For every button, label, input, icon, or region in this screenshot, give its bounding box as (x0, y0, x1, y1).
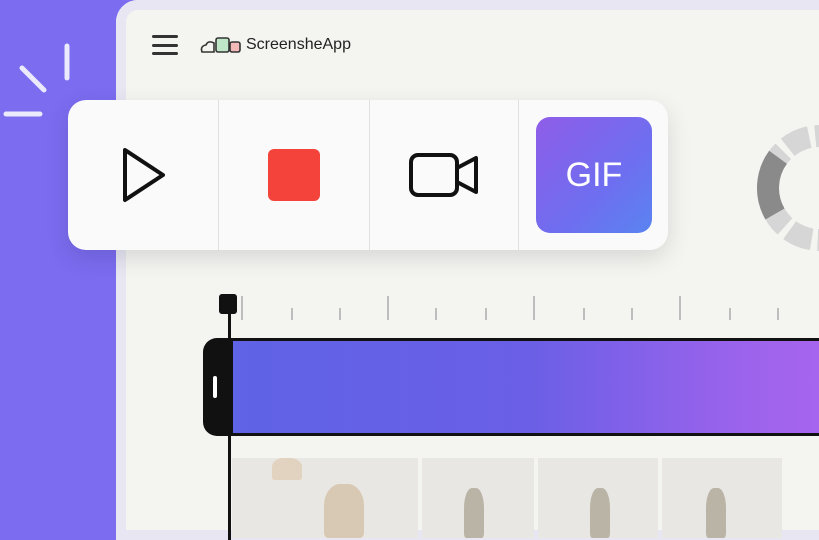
hamburger-menu-icon[interactable] (152, 35, 178, 55)
playhead-handle[interactable] (219, 294, 237, 314)
stop-button[interactable] (219, 100, 370, 250)
playhead-line (228, 310, 231, 540)
video-thumbnail-strip (232, 458, 819, 538)
app-logo-icon (200, 37, 241, 53)
timeline-track[interactable] (228, 338, 819, 436)
record-video-button[interactable] (370, 100, 519, 250)
gif-label: GIF (565, 155, 623, 194)
app-name: ScreensheApp (246, 36, 351, 53)
video-thumbnail[interactable] (662, 458, 782, 538)
video-camera-icon (409, 153, 478, 197)
play-icon (123, 148, 165, 202)
capture-toolbar: GIF (68, 100, 668, 250)
title-bar: ScreensheApp (152, 30, 351, 60)
loading-spinner-icon (757, 125, 819, 251)
stop-icon (268, 149, 320, 201)
video-thumbnail[interactable] (422, 458, 534, 538)
play-button[interactable] (68, 100, 219, 250)
gif-button[interactable]: GIF (536, 117, 652, 233)
gif-button-cell: GIF (519, 100, 668, 250)
timeline-ruler (241, 296, 779, 320)
video-thumbnail[interactable] (538, 458, 658, 538)
video-thumbnail[interactable] (232, 458, 418, 538)
